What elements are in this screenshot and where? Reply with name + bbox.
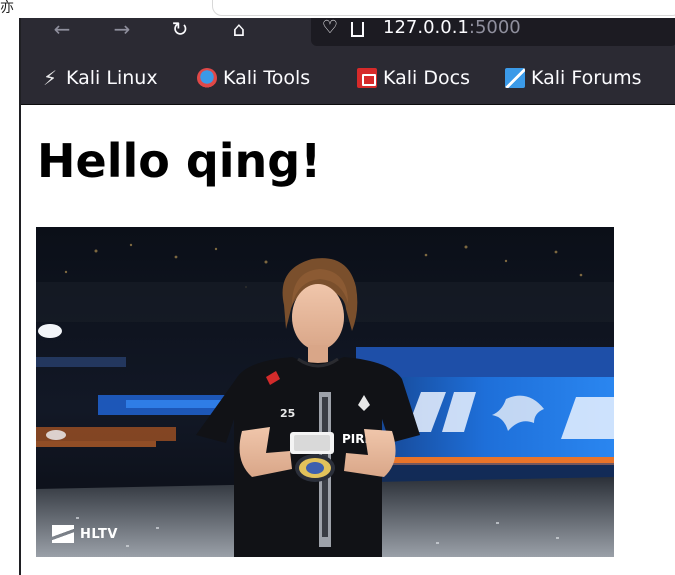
- player-photo-illustration: 25 PIRIT: [36, 227, 614, 557]
- kali-dragon-icon: ⚡: [42, 66, 58, 90]
- kali-tools-icon: [197, 68, 217, 88]
- page-heading: Hello qing!: [37, 134, 322, 188]
- watermark-text: HLTV: [80, 526, 118, 542]
- navigation-toolbar: ← → ↻ ⌂ ♡ 127.0.0.1:5000: [21, 18, 675, 50]
- player-photo: 25 PIRIT HLTV: [36, 227, 614, 557]
- hltv-watermark: HLTV: [52, 525, 118, 543]
- bookmark-kali-forums[interactable]: Kali Forums: [505, 65, 642, 91]
- bookmark-kali-tools[interactable]: Kali Tools: [197, 65, 310, 91]
- page-content: Hello qing! 25 PIRIT HLTV: [21, 106, 675, 575]
- kali-forums-icon: [505, 68, 525, 88]
- desktop-top-strip: 亦: [0, 0, 675, 18]
- shield-icon[interactable]: ♡: [319, 18, 341, 42]
- bookmarks-toolbar: ⚡ Kali Linux Kali Tools Kali Docs Kali F…: [21, 50, 675, 105]
- overlay-bubble: [212, 0, 675, 16]
- kali-docs-icon: [357, 68, 377, 88]
- bookmark-label: Kali Linux: [66, 67, 158, 89]
- reload-icon[interactable]: ↻: [163, 18, 197, 42]
- url-port: :5000: [468, 17, 521, 38]
- address-bar[interactable]: ♡ 127.0.0.1:5000: [311, 18, 675, 46]
- page-info-icon[interactable]: [351, 22, 364, 37]
- url-text[interactable]: 127.0.0.1:5000: [383, 18, 521, 42]
- jersey-number: 25: [280, 407, 295, 420]
- bookmark-kali-linux[interactable]: ⚡ Kali Linux: [40, 65, 158, 91]
- bookmark-label: Kali Docs: [383, 67, 470, 89]
- bookmark-label: Kali Forums: [531, 67, 642, 89]
- arrow-right-icon[interactable]: →: [105, 18, 139, 42]
- bookmark-kali-docs[interactable]: Kali Docs: [357, 65, 470, 91]
- browser-window: ← → ↻ ⌂ ♡ 127.0.0.1:5000 ⚡ Kali Linux Ka…: [19, 18, 675, 575]
- home-icon[interactable]: ⌂: [222, 18, 256, 42]
- partial-glyph: 亦: [0, 0, 14, 16]
- hltv-logo-icon: [52, 525, 74, 543]
- url-host: 127.0.0.1: [383, 17, 469, 38]
- bookmark-label: Kali Tools: [223, 67, 311, 89]
- arrow-left-icon[interactable]: ←: [45, 18, 79, 42]
